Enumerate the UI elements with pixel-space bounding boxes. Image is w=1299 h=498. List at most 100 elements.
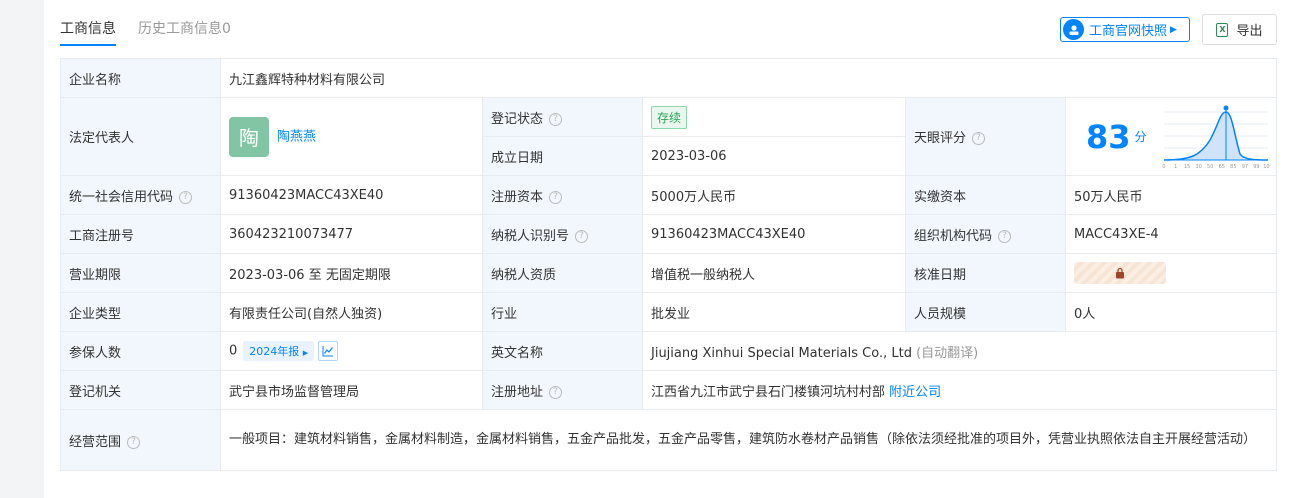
- type-label: 企业类型: [60, 292, 221, 332]
- annual-report-year: 2024年报: [249, 345, 300, 358]
- business-info-card: 工商信息 历史工商信息0 工商官网快照 ▶ X 导出 企业名称 九江鑫辉特种材料…: [44, 0, 1299, 498]
- term: 2023-03-06 至 无固定期限: [220, 253, 483, 293]
- staff: 0人: [1064, 292, 1278, 332]
- table-row: 营业期限 2023-03-06 至 无固定期限 纳税人资质 增值税一般纳税人 核…: [60, 253, 1278, 293]
- reg-status-cell: 存续: [642, 97, 906, 137]
- reg-status-label: 登记状态: [491, 111, 544, 127]
- insured-count: 0: [229, 343, 238, 359]
- tab-history-business-info[interactable]: 历史工商信息0: [138, 18, 231, 46]
- authority: 武宁县市场监督管理局: [220, 370, 483, 410]
- snapshot-label: 工商官网快照: [1089, 24, 1168, 39]
- auto-translate-note: (自动翻译): [916, 345, 979, 361]
- business-info-table: 企业名称 九江鑫辉特种材料有限公司 法定代表人 陶陶燕燕 登记状态? 存续 天眼…: [60, 58, 1278, 471]
- insured-cell: 0 2024年报 ▶: [220, 331, 483, 371]
- reg-capital-label: 注册资本: [491, 189, 544, 205]
- trend-chart-icon[interactable]: [318, 341, 339, 361]
- table-row: 登记机关 武宁县市场监督管理局 注册地址? 江西省九江市武宁县石门楼镇河坑村村部…: [60, 370, 1278, 410]
- caret-right-icon: ▶: [302, 349, 309, 357]
- reg-capital: 5000万人民币: [642, 175, 906, 215]
- table-row: 法定代表人 陶陶燕燕 登记状态? 存续 天眼评分? 83分 0 1 15 30: [60, 97, 1278, 176]
- address: 江西省九江市武宁县石门楼镇河坑村村部: [651, 384, 886, 400]
- credit-code-label: 统一社会信用代码: [69, 189, 174, 205]
- help-icon[interactable]: ?: [179, 190, 193, 204]
- help-icon[interactable]: ?: [549, 190, 563, 204]
- score-tick-label: 15: [1184, 164, 1190, 170]
- authority-label: 登记机关: [60, 370, 221, 410]
- reg-no: 360423210073477: [220, 214, 483, 254]
- annual-report-year-dropdown[interactable]: 2024年报 ▶: [243, 341, 315, 361]
- type: 有限责任公司(自然人独资): [220, 292, 483, 332]
- help-icon[interactable]: ?: [575, 229, 589, 243]
- score-tick-label: 65: [1219, 164, 1225, 170]
- nearby-companies-link[interactable]: 附近公司: [889, 385, 941, 400]
- insured-label: 参保人数: [60, 331, 221, 371]
- table-row: 企业名称 九江鑫辉特种材料有限公司: [60, 58, 1278, 98]
- lock-icon: [1116, 267, 1124, 279]
- company-name: 九江鑫辉特种材料有限公司: [219, 58, 1278, 98]
- score-tick-label: 30: [1196, 164, 1202, 170]
- user-badge-icon: [1063, 19, 1084, 40]
- industry-label: 行业: [482, 292, 643, 332]
- legal-rep-label: 法定代表人: [60, 97, 221, 176]
- industry: 批发业: [642, 292, 906, 332]
- score-tick-label: 85: [1230, 164, 1236, 170]
- caret-right-icon: ▶: [1170, 24, 1177, 35]
- taxpayer-id-label: 纳税人识别号: [491, 228, 570, 244]
- paid-capital-label: 实缴资本: [905, 175, 1066, 215]
- address-cell: 江西省九江市武宁县石门楼镇河坑村村部 附近公司: [641, 370, 1278, 410]
- export-label: 导出: [1236, 24, 1263, 39]
- en-name: Jiujiang Xinhui Special Materials Co., L…: [651, 345, 912, 361]
- score-distribution-chart: 0 1 15 30 50 65 85 97 99 100: [1162, 105, 1270, 170]
- taxpayer-qual: 增值税一般纳税人: [642, 253, 906, 293]
- score-tick-label: 50: [1207, 164, 1213, 170]
- help-icon[interactable]: ?: [127, 435, 141, 449]
- help-icon[interactable]: ?: [549, 385, 563, 399]
- taxpayer-id: 91360423MACC43XE40: [642, 214, 906, 254]
- scope: 一般项目：建筑材料销售，金属材料制造，金属材料销售，五金产品批发，五金产品零售，…: [219, 409, 1278, 471]
- help-icon[interactable]: ?: [998, 229, 1012, 243]
- taxpayer-qual-label: 纳税人资质: [482, 253, 643, 293]
- score-tick-label: 99: [1253, 164, 1259, 170]
- score-label-cell: 天眼评分?: [905, 97, 1066, 176]
- excel-icon: X: [1216, 22, 1229, 37]
- org-code-label: 组织机构代码: [914, 228, 993, 244]
- score-cell: 83分 0 1 15 30 50 65 85 97 99 100: [1064, 97, 1278, 176]
- score-tick-label: 97: [1242, 164, 1248, 170]
- en-name-cell: Jiujiang Xinhui Special Materials Co., L…: [641, 331, 1278, 371]
- taxpayer-id-label-cell: 纳税人识别号?: [482, 214, 643, 254]
- help-icon[interactable]: ?: [549, 112, 563, 126]
- tab-business-info[interactable]: 工商信息: [60, 18, 116, 46]
- est-date: 2023-03-06: [642, 136, 906, 176]
- scope-label: 经营范围: [69, 434, 122, 450]
- score-tick-label: 100: [1263, 164, 1270, 170]
- reg-status-label-cell: 登记状态?: [482, 97, 643, 137]
- score-tick-label: 0: [1162, 164, 1165, 170]
- legal-rep-cell: 陶陶燕燕: [220, 97, 483, 176]
- org-code: MACC43XE-4: [1064, 214, 1278, 254]
- approve-date-cell: [1064, 253, 1278, 293]
- locked-value[interactable]: [1074, 262, 1166, 284]
- score-label: 天眼评分: [914, 131, 967, 146]
- credit-code: 91360423MACC43XE40: [220, 175, 483, 215]
- help-icon[interactable]: ?: [972, 132, 986, 145]
- score-unit: 分: [1134, 130, 1147, 144]
- org-code-label-cell: 组织机构代码?: [905, 214, 1066, 254]
- credit-code-label-cell: 统一社会信用代码?: [60, 175, 221, 215]
- table-row: 参保人数 0 2024年报 ▶ 英文名称 Jiujiang Xinhui Spec…: [60, 331, 1278, 371]
- staff-label: 人员规模: [905, 292, 1066, 332]
- score-value: 83: [1086, 117, 1131, 156]
- company-name-label: 企业名称: [60, 58, 221, 98]
- export-button[interactable]: X 导出: [1202, 14, 1277, 45]
- official-snapshot-button[interactable]: 工商官网快照 ▶: [1060, 17, 1190, 42]
- address-label: 注册地址: [491, 384, 544, 400]
- status-badge: 存续: [651, 105, 688, 129]
- address-label-cell: 注册地址?: [482, 370, 643, 410]
- table-row: 统一社会信用代码? 91360423MACC43XE40 注册资本? 5000万…: [60, 175, 1278, 215]
- reg-capital-label-cell: 注册资本?: [482, 175, 643, 215]
- reg-no-label: 工商注册号: [60, 214, 221, 254]
- legal-rep-link[interactable]: 陶燕燕: [277, 129, 316, 144]
- en-name-label: 英文名称: [482, 331, 643, 371]
- table-row: 企业类型 有限责任公司(自然人独资) 行业 批发业 人员规模 0人: [60, 292, 1278, 332]
- approve-date-label: 核准日期: [905, 253, 1066, 293]
- table-row: 工商注册号 360423210073477 纳税人识别号? 91360423MA…: [60, 214, 1278, 254]
